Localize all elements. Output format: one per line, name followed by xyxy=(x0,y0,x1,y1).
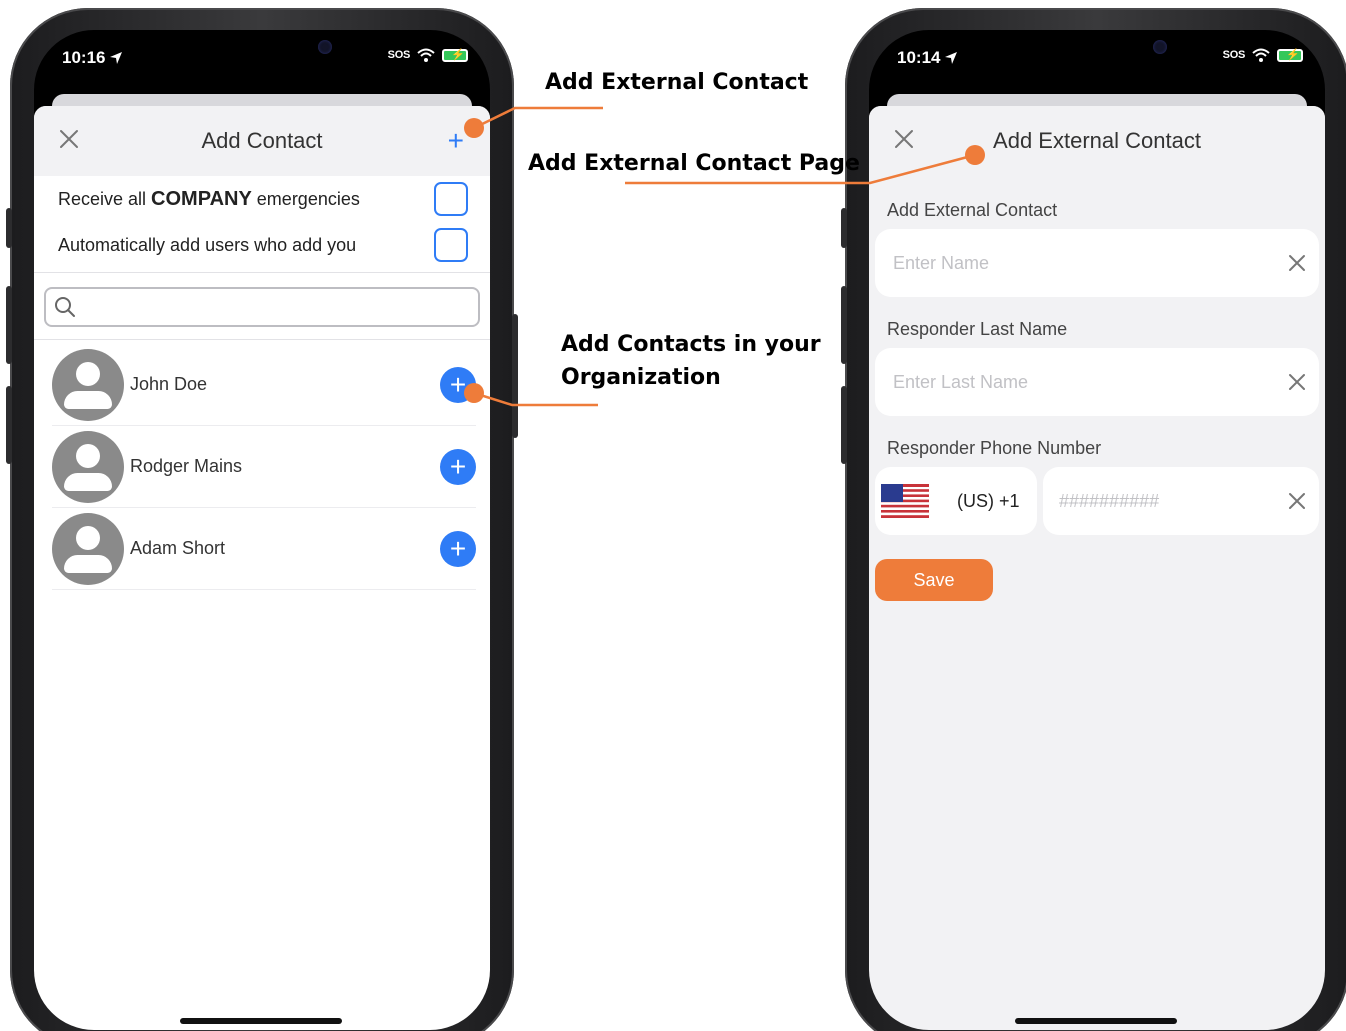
navbar: Add Contact + xyxy=(34,106,490,176)
search-input[interactable] xyxy=(44,287,480,327)
time-label: 10:14 xyxy=(897,48,941,67)
sos-label: SOS xyxy=(387,49,411,61)
battery-icon: ⚡ xyxy=(1277,48,1303,62)
us-flag-icon xyxy=(881,484,929,518)
clear-icon[interactable] xyxy=(1287,372,1307,392)
power-button xyxy=(512,314,518,438)
last-name-label: Responder Last Name xyxy=(887,319,1068,339)
contact-name: Adam Short xyxy=(130,538,226,558)
status-time: 10:16 xyxy=(62,48,123,68)
battery-icon: ⚡ xyxy=(442,48,468,62)
camera xyxy=(1153,40,1167,54)
phone-number-field xyxy=(1043,467,1319,535)
add-contact-button[interactable]: + xyxy=(440,366,476,403)
last-name-field xyxy=(875,348,1319,416)
wifi-icon xyxy=(1252,48,1270,62)
mute-switch xyxy=(6,208,12,248)
callout-add-external-contact: Add External Contact xyxy=(545,70,809,95)
contact-row: Adam Short + xyxy=(52,508,476,590)
volume-down-button xyxy=(841,386,847,464)
notch xyxy=(166,30,358,80)
callout-line: Add Contacts in your xyxy=(561,332,821,357)
avatar xyxy=(52,430,124,503)
plus-icon: + xyxy=(449,532,467,564)
close-icon[interactable] xyxy=(58,128,80,150)
volume-up-button xyxy=(841,286,847,364)
add-external-contact-sheet: Add External Contact Add External Contac… xyxy=(869,106,1325,1030)
notch xyxy=(1001,30,1193,80)
right-phone: 10:14 SOS ⚡ Add External Contact Add Ext… xyxy=(841,8,1346,1031)
last-name-input[interactable] xyxy=(893,371,1213,393)
clear-icon[interactable] xyxy=(1287,491,1307,511)
plus-icon: + xyxy=(449,450,467,482)
page-title: Add External Contact xyxy=(993,128,1201,153)
location-arrow-icon xyxy=(945,52,958,64)
clear-icon[interactable] xyxy=(1287,253,1307,273)
plus-icon: + xyxy=(449,368,467,400)
add-contact-sheet: Add Contact + Receive all COMPANY emerge… xyxy=(34,106,490,1030)
status-icons: SOS ⚡ xyxy=(388,48,468,62)
navbar: Add External Contact xyxy=(869,106,1325,176)
volume-down-button xyxy=(6,386,12,464)
right-screen: 10:14 SOS ⚡ Add External Contact Add Ext… xyxy=(869,30,1325,1030)
phone-number-row: (US) +1 xyxy=(875,467,1319,535)
contact-row: Rodger Mains + xyxy=(52,426,476,508)
home-indicator[interactable] xyxy=(1015,1018,1177,1024)
contact-name: John Doe xyxy=(130,374,208,394)
option-auto-add-users: Automatically add users who add you xyxy=(34,222,490,268)
time-label: 10:16 xyxy=(62,48,106,67)
sos-label: SOS xyxy=(1222,49,1246,61)
left-screen: 10:16 SOS ⚡ Add Contact + Receive all CO… xyxy=(34,30,490,1030)
camera xyxy=(318,40,332,54)
save-button[interactable]: Save xyxy=(875,559,993,601)
volume-up-button xyxy=(6,286,12,364)
phone-number-input[interactable] xyxy=(1059,490,1259,512)
company-name: COMPANY xyxy=(151,187,252,210)
divider xyxy=(34,339,490,340)
home-indicator[interactable] xyxy=(180,1018,342,1024)
receive-emergencies-checkbox[interactable] xyxy=(434,182,468,216)
callout-line: Organization xyxy=(561,365,721,390)
left-phone: 10:16 SOS ⚡ Add Contact + Receive all CO… xyxy=(6,8,518,1031)
first-name-label: Add External Contact xyxy=(887,200,1058,220)
mute-switch xyxy=(841,208,847,248)
close-icon[interactable] xyxy=(893,128,915,150)
option-receive-company-emergencies: Receive all COMPANY emergencies xyxy=(34,176,490,222)
first-name-field xyxy=(875,229,1319,297)
wifi-icon xyxy=(417,48,435,62)
callout-add-external-contact-page: Add External Contact Page xyxy=(528,151,860,176)
option-label: Receive all COMPANY emergencies xyxy=(58,187,360,210)
country-code-selector[interactable]: (US) +1 xyxy=(875,467,1037,535)
country-code: (US) +1 xyxy=(957,490,1020,511)
page-title: Add Contact xyxy=(201,128,323,153)
first-name-input[interactable] xyxy=(893,252,1213,274)
add-external-contact-button[interactable]: + xyxy=(448,127,464,155)
contact-name: Rodger Mains xyxy=(130,456,243,476)
status-time: 10:14 xyxy=(897,48,958,68)
auto-add-checkbox[interactable] xyxy=(434,228,468,262)
avatar xyxy=(52,512,124,585)
option-label: Automatically add users who add you xyxy=(58,234,357,255)
search-icon xyxy=(55,297,75,317)
avatar xyxy=(52,348,124,421)
contact-list: John Doe + Rodger Mains + Adam Short + xyxy=(34,344,490,590)
contact-row: John Doe + xyxy=(52,344,476,426)
add-contact-button[interactable]: + xyxy=(440,530,476,567)
status-icons: SOS ⚡ xyxy=(1223,48,1303,62)
location-arrow-icon xyxy=(110,52,123,64)
phone-number-label: Responder Phone Number xyxy=(887,438,1102,458)
add-contact-button[interactable]: + xyxy=(440,448,476,485)
callout-add-contacts-org: Add Contacts in your Organization xyxy=(561,328,821,394)
search-bar xyxy=(34,273,490,339)
